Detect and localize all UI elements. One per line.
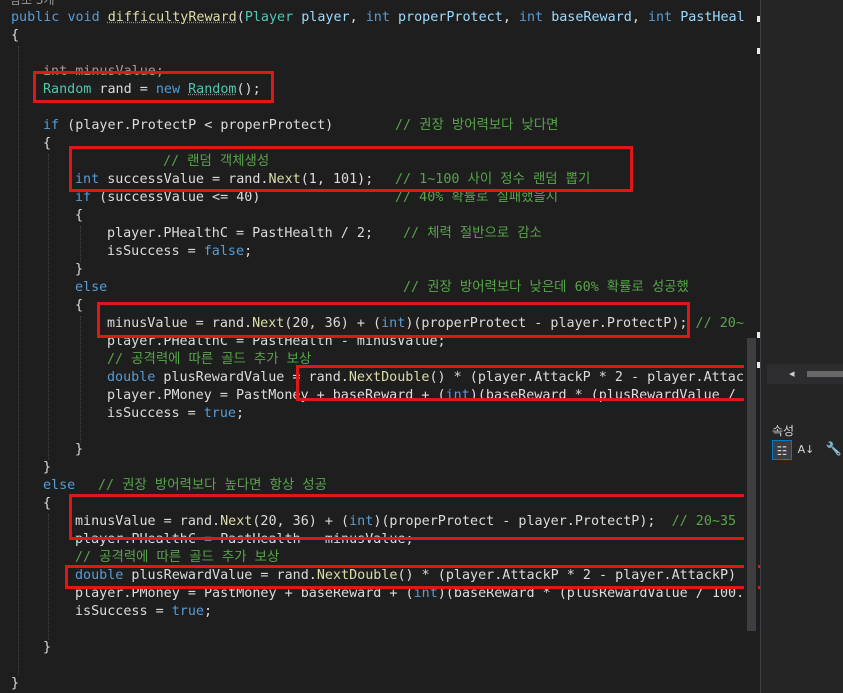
code-line-27: { xyxy=(43,496,52,511)
code-editor[interactable]: 참조 3개 public void difficultyReward(Playe… xyxy=(0,0,760,693)
code-line-11: { xyxy=(75,208,84,223)
comment-6: // 권장 방어력보다 낮다면 xyxy=(395,118,559,133)
categorized-icon[interactable]: ☷ xyxy=(772,440,792,460)
highlight-box-minus-value-2 xyxy=(69,494,754,540)
comment-26: // 권장 방어력보다 높다면 항상 성공 xyxy=(98,478,327,493)
code-line-7: { xyxy=(43,136,52,151)
indent-guide xyxy=(80,226,81,262)
properties-panel xyxy=(760,0,843,693)
alphabetical-icon[interactable]: A↓ xyxy=(796,440,816,460)
indent-guide xyxy=(18,46,19,676)
highlight-box-success-value xyxy=(69,146,633,192)
code-line-25: } xyxy=(43,460,52,475)
code-line-26: else xyxy=(43,478,76,493)
code-line-13: isSuccess = false; xyxy=(107,244,253,259)
code-line-16: { xyxy=(75,298,84,313)
code-line-35: } xyxy=(43,640,52,655)
chevron-left-icon[interactable]: ◂ xyxy=(789,367,795,380)
comment-12: // 체력 절반으로 감소 xyxy=(403,226,542,241)
code-line-14: } xyxy=(75,262,84,277)
properties-panel-title: 속성 xyxy=(772,424,795,438)
codelens-references[interactable]: 참조 3개 xyxy=(10,0,55,9)
code-line-6: if (player.ProtectP < properProtect) xyxy=(43,118,334,133)
highlight-box-random xyxy=(33,71,274,103)
code-line-15: else xyxy=(75,280,108,295)
indent-guide xyxy=(48,514,49,640)
code-line-22: isSuccess = true; xyxy=(107,406,245,421)
code-line-37: } xyxy=(11,676,20,691)
code-line-12: player.PHealthC = PastHealth / 2; xyxy=(107,226,374,241)
code-line-brace: { xyxy=(11,28,20,43)
highlight-box-plus-reward-1 xyxy=(296,365,748,401)
comment-15: // 권장 방어력보다 낮은데 60% 확률로 성공했 xyxy=(403,280,689,295)
code-line-33: isSuccess = true; xyxy=(75,604,213,619)
code-line-19: // 공격력에 따른 골드 추가 보상 xyxy=(107,352,312,367)
code-line-24: } xyxy=(75,442,84,457)
scrollbar-thumb[interactable] xyxy=(747,338,756,631)
scrollbar-thumb[interactable] xyxy=(807,371,843,377)
code-line-signature: public void difficultyReward(Player play… xyxy=(11,10,753,25)
wrench-icon[interactable]: 🔧 xyxy=(824,440,843,460)
highlight-box-plus-reward-2 xyxy=(65,565,760,589)
panel-horizontal-scrollbar[interactable]: ◂ xyxy=(767,364,843,384)
indent-guide xyxy=(80,316,81,442)
indent-guide xyxy=(48,154,49,460)
highlight-box-minus-value-1 xyxy=(97,302,690,338)
